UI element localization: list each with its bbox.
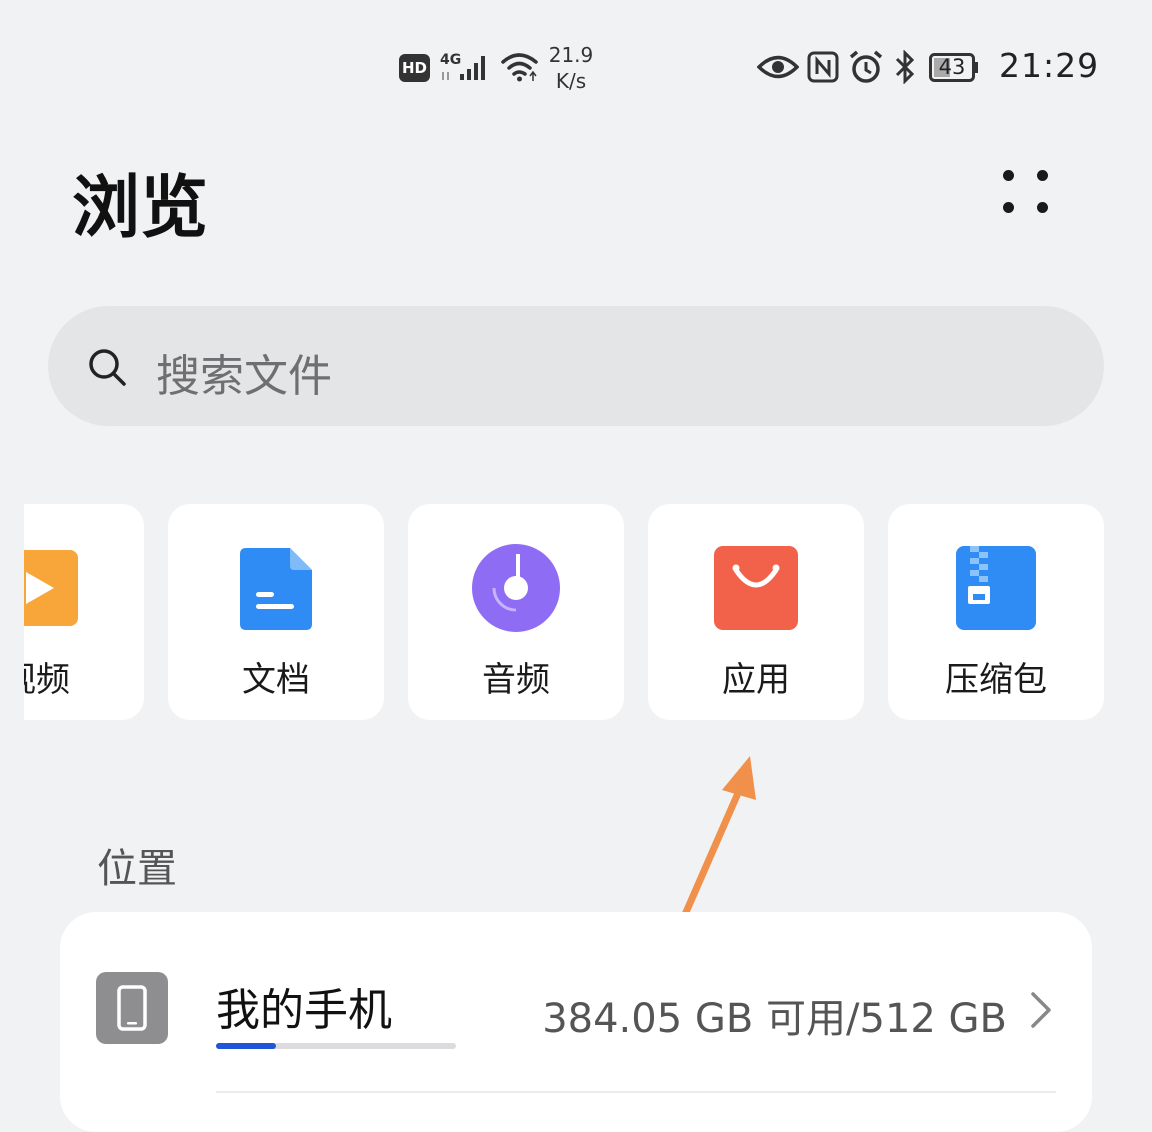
wifi-icon <box>501 53 538 82</box>
network-speed: 21.9 K/s <box>546 42 596 94</box>
storage-usage-bar <box>216 1043 456 1049</box>
category-row[interactable]: 视频 文档 音频 应用 <box>24 504 1128 722</box>
status-bar: HD 4G 21.9 K/s 43 21:29 <box>0 0 1152 130</box>
video-icon <box>24 550 78 626</box>
nfc-icon <box>807 51 839 83</box>
hd-badge: HD <box>399 54 430 82</box>
battery-indicator: 43 <box>929 53 979 82</box>
battery-level: 43 <box>938 55 966 79</box>
shopping-bag-icon <box>714 546 798 630</box>
category-document[interactable]: 文档 <box>168 504 384 720</box>
storage-usage-fill <box>216 1043 276 1049</box>
status-time: 21:29 <box>999 46 1100 85</box>
chevron-right-icon[interactable] <box>1028 990 1054 1030</box>
more-dot <box>1037 202 1048 213</box>
list-divider <box>216 1091 1056 1093</box>
search-icon <box>89 349 126 386</box>
more-dot <box>1003 170 1014 181</box>
network-speed-value: 21.9 <box>548 43 594 67</box>
music-disc-icon <box>472 544 560 632</box>
more-dot <box>1003 202 1014 213</box>
zip-archive-icon <box>956 546 1036 630</box>
storage-capacity-text: 384.05 GB 可用/512 GB <box>542 996 1007 1042</box>
category-label: 应用 <box>722 660 790 700</box>
search-input-placeholder[interactable]: 搜索文件 <box>156 340 332 404</box>
eye-icon <box>757 55 799 79</box>
more-options-button[interactable] <box>995 162 1057 224</box>
document-icon <box>240 548 312 630</box>
category-label: 文档 <box>242 660 310 700</box>
my-phone-item-icon <box>96 972 168 1044</box>
category-archive[interactable]: 压缩包 <box>888 504 1104 720</box>
category-label: 压缩包 <box>945 660 1047 700</box>
category-audio[interactable]: 音频 <box>408 504 624 720</box>
bluetooth-icon <box>895 50 915 84</box>
network-speed-unit: K/s <box>555 69 587 93</box>
locations-section-title: 位置 <box>97 846 177 892</box>
storage-location-name[interactable]: 我的手机 <box>216 974 392 1038</box>
annotation-arrow-icon <box>676 756 756 930</box>
category-label: 视频 <box>24 660 70 700</box>
page-title: 浏览 <box>72 169 209 248</box>
category-apps[interactable]: 应用 <box>648 504 864 720</box>
network-type-label: 4G <box>440 52 461 68</box>
category-label: 音频 <box>482 660 550 700</box>
category-video[interactable]: 视频 <box>24 504 144 720</box>
phone-icon <box>117 985 147 1031</box>
alarm-icon <box>849 50 883 83</box>
cellular-signal-icon: 4G <box>440 52 485 80</box>
more-dot <box>1037 170 1048 181</box>
